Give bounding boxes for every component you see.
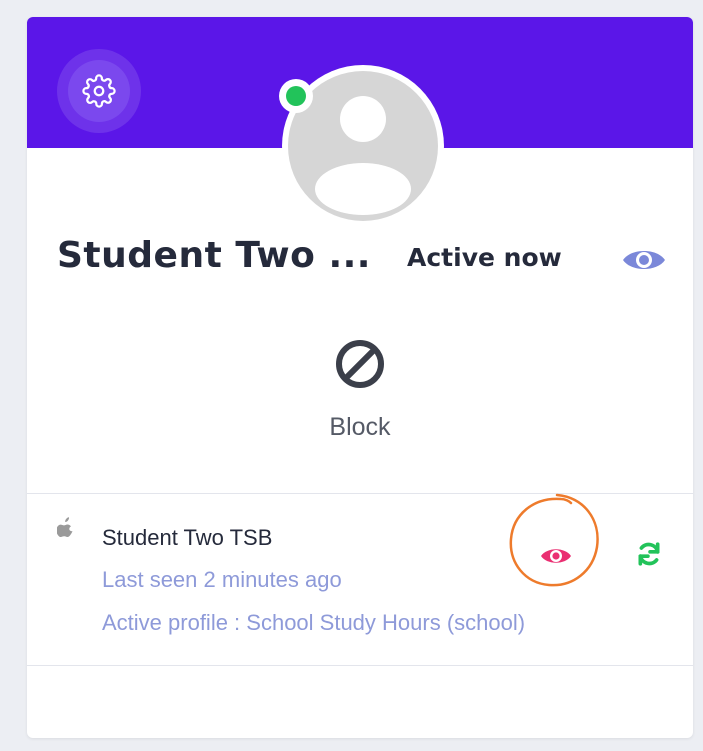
settings-button-inner <box>68 60 130 122</box>
status-text: Active now <box>407 243 562 272</box>
section-divider <box>27 493 693 494</box>
student-card: Student Two ... Active now Block Student… <box>27 17 693 738</box>
online-indicator <box>279 79 313 113</box>
apple-icon <box>57 517 73 537</box>
refresh-icon[interactable] <box>636 541 662 567</box>
block-label: Block <box>329 413 391 441</box>
highlight-annotation <box>509 493 599 587</box>
block-icon <box>336 340 384 388</box>
settings-button[interactable] <box>57 49 141 133</box>
view-eye-icon[interactable] <box>621 245 667 275</box>
device-eye-icon[interactable] <box>540 545 572 567</box>
section-divider-bottom <box>27 665 693 666</box>
device-name: Student Two TSB <box>102 525 273 550</box>
active-profile-text: Active profile : School Study Hours (sch… <box>102 610 526 635</box>
student-name: Student Two ... <box>57 235 371 276</box>
last-seen-text: Last seen 2 minutes ago <box>102 567 342 592</box>
gear-icon <box>82 74 116 108</box>
block-button[interactable]: Block <box>310 337 410 462</box>
online-indicator-dot <box>286 86 306 106</box>
